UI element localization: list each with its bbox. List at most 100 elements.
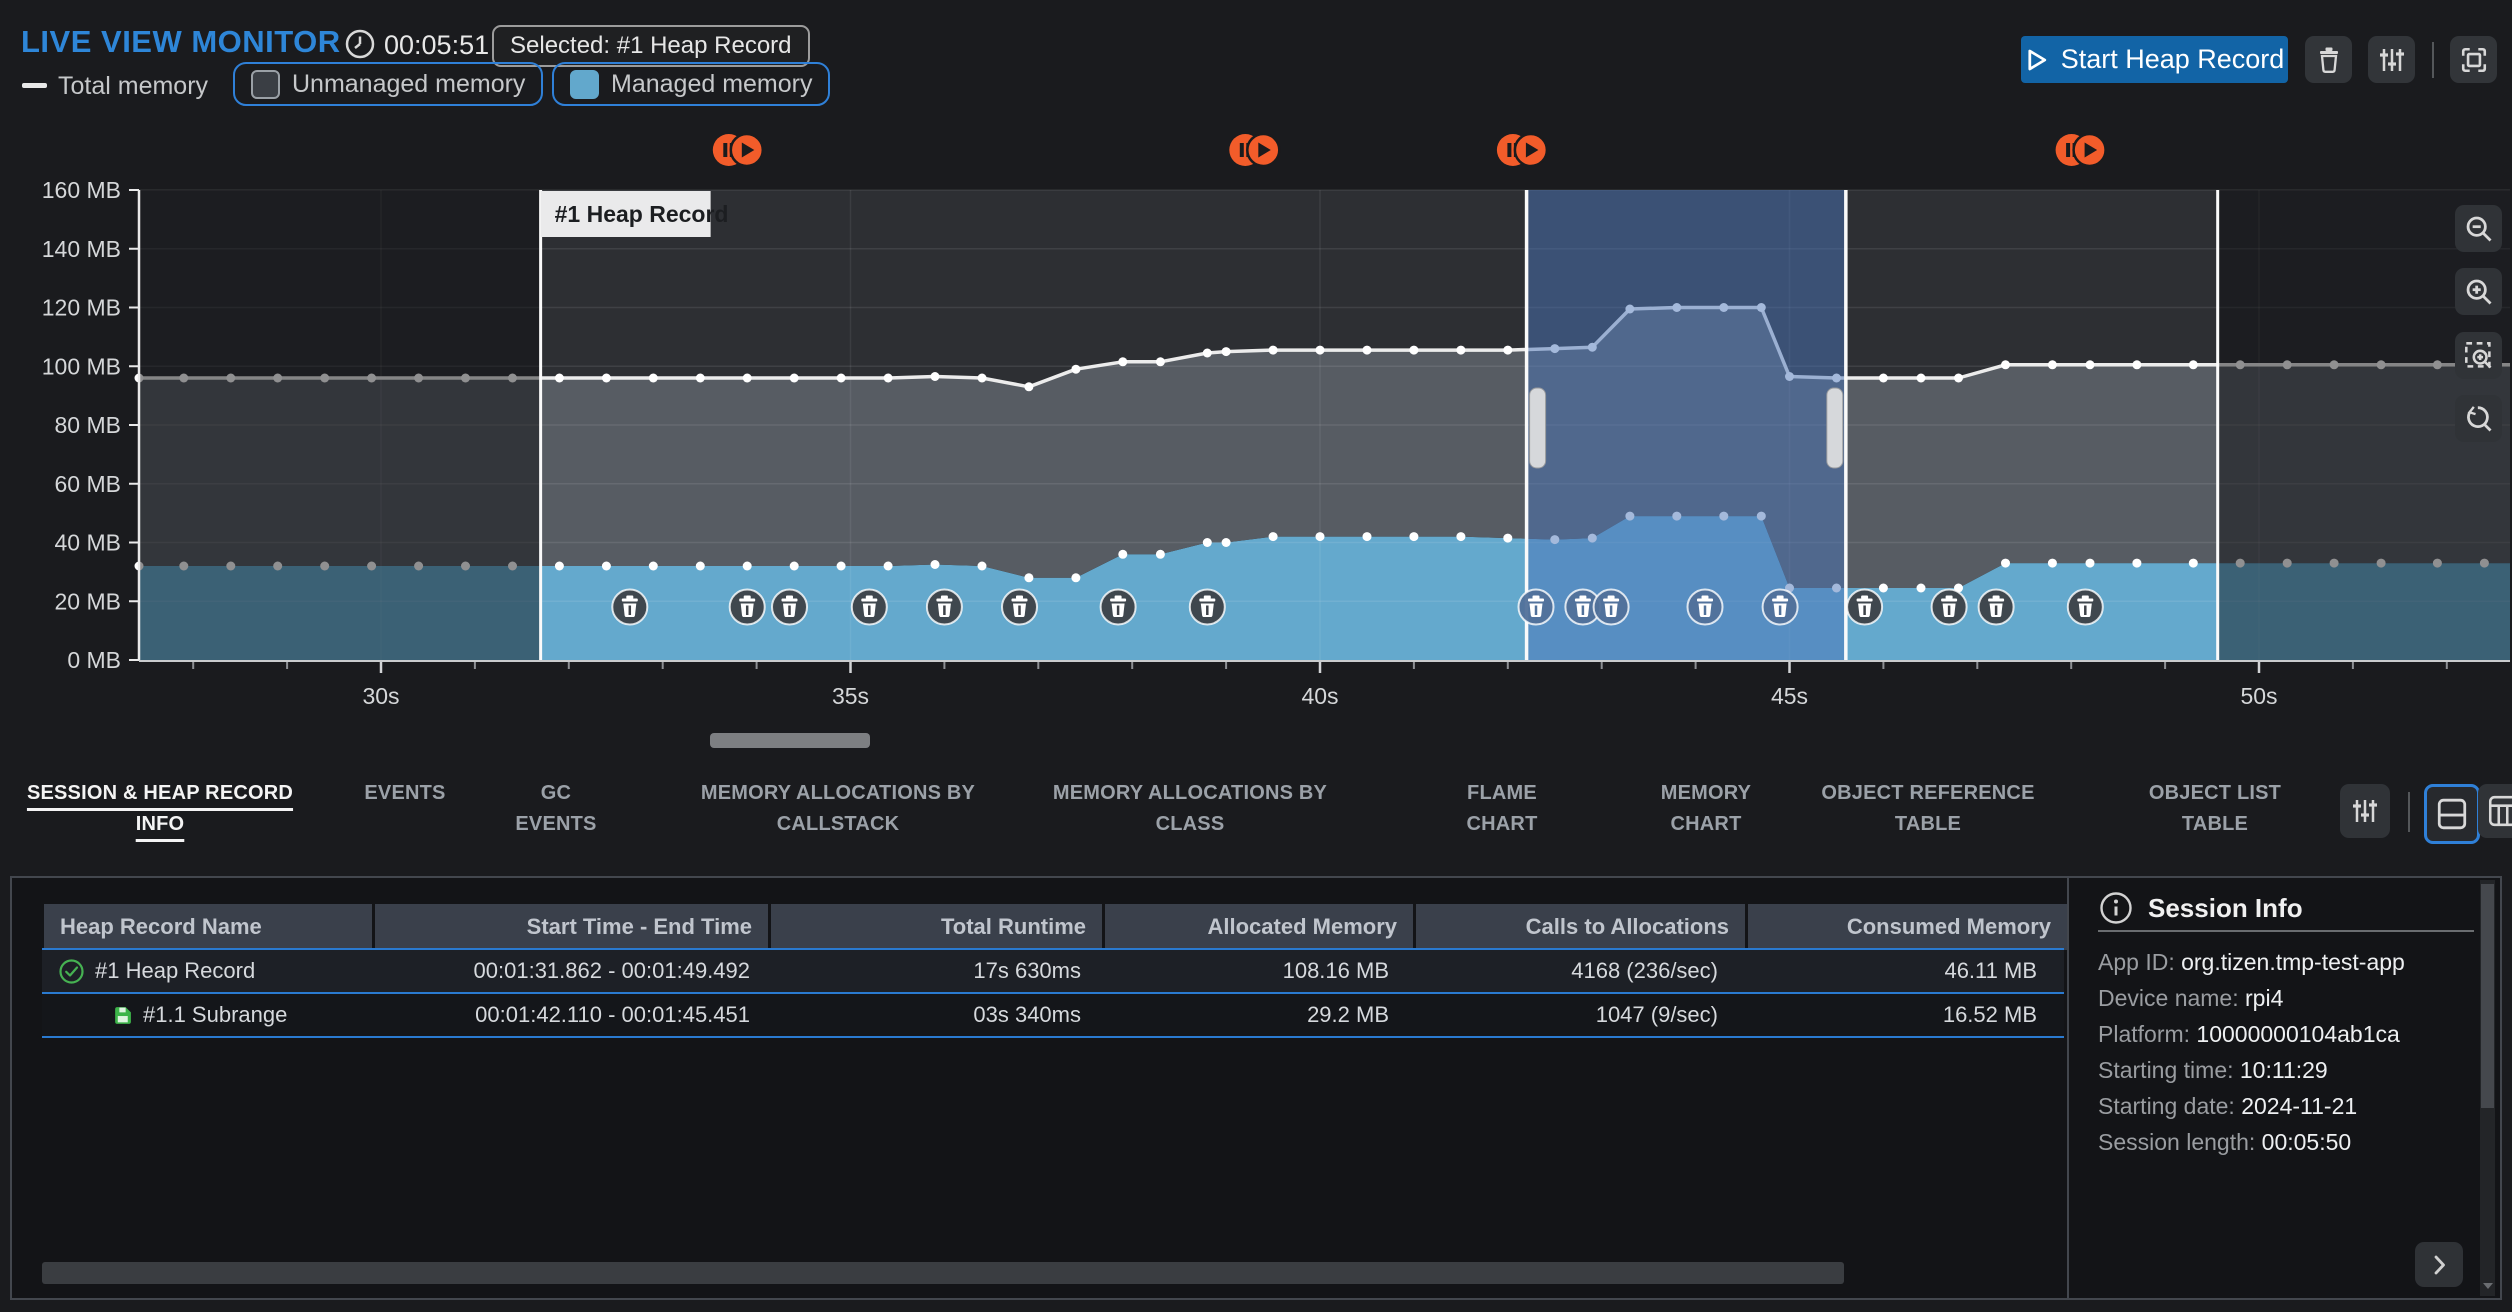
col-calls-to-allocations[interactable]: Calls to Allocations [1416,904,1745,950]
svg-text:40s: 40s [1301,683,1338,709]
detail-tabbar: SESSION & HEAP RECORD INFO EVENTS GC EVE… [0,770,2512,862]
record-event-marker [1229,134,1279,166]
layout-split-horizontal-button[interactable] [2424,784,2480,844]
gc-trash-marker [852,590,887,625]
svg-text:80 MB: 80 MB [55,412,121,438]
session-info-scrollbar[interactable] [2480,880,2495,1296]
gc-trash-marker [1932,590,1967,625]
session-info-item: Device name: rpi4 [2098,980,2405,1016]
session-info-expand-button[interactable] [2415,1242,2463,1287]
reset-zoom-button[interactable] [2455,395,2502,442]
col-heap-record-name[interactable]: Heap Record Name [44,904,372,950]
gc-trash-marker [1979,590,2014,625]
svg-text:120 MB: 120 MB [42,295,121,321]
check-circle-icon [58,958,85,985]
col-start-end-time[interactable]: Start Time - End Time [375,904,768,950]
record-calls: 4168 (236/sec) [1405,950,1734,992]
session-info-divider [2098,930,2474,932]
session-info-title: Session Info [2148,893,2303,924]
record-allocated: 29.2 MB [1097,994,1405,1036]
record-runtime: 03s 340ms [766,994,1097,1036]
svg-text:45s: 45s [1771,683,1808,709]
col-consumed-memory[interactable]: Consumed Memory [1748,904,2067,950]
layout-grid-button[interactable] [2478,784,2512,838]
heap-record-table-header: Heap Record Name Start Time - End Time T… [44,904,2067,950]
tab-object-reference-table[interactable]: OBJECT REFERENCE TABLE [1808,778,2048,840]
record-consumed: 16.52 MB [1734,994,2053,1036]
tab-flame-chart[interactable]: FLAME CHART [1447,778,1557,840]
scroll-down-arrow-icon[interactable] [2480,1278,2495,1294]
record-event-marker [2056,134,2106,166]
tab-object-list-table[interactable]: OBJECT LIST TABLE [2130,778,2300,840]
heap-record-table-body: #1 Heap Record 00:01:31.862 - 00:01:49.4… [42,948,2064,1038]
record-time-range: 00:01:42.110 - 00:01:45.451 [373,994,766,1036]
gc-trash-marker [1847,590,1882,625]
record-runtime: 17s 630ms [766,950,1097,992]
table-row-heap-record-1[interactable]: #1 Heap Record 00:01:31.862 - 00:01:49.4… [42,948,2064,994]
svg-text:140 MB: 140 MB [42,236,121,262]
panel-divider [2067,878,2069,1298]
tab-session-heap-record-info[interactable]: SESSION & HEAP RECORD INFO [5,778,315,840]
tab-memory-allocations-by-class[interactable]: MEMORY ALLOCATIONS BY CLASS [1035,778,1345,840]
session-info-item: Platform: 10000000104ab1ca [2098,1016,2405,1052]
zoom-out-icon [2464,214,2494,244]
session-info-item: Session length: 00:05:50 [2098,1124,2405,1160]
record-name: #1 Heap Record [95,958,255,984]
record-event-marker [1497,134,1547,166]
chart-horizontal-scrollbar[interactable] [710,733,870,748]
info-icon [2098,890,2134,926]
memory-timeline-chart[interactable]: #1 Heap Record0 MB20 MB40 MB60 MB80 MB10… [0,0,2512,770]
gc-trash-marker [1688,590,1723,625]
table-settings-button[interactable] [2340,784,2390,838]
gc-trash-marker [1002,590,1037,625]
svg-text:30s: 30s [362,683,399,709]
gc-trash-marker [612,590,647,625]
col-allocated-memory[interactable]: Allocated Memory [1105,904,1413,950]
zoom-out-button[interactable] [2455,205,2502,252]
record-consumed: 46.11 MB [1734,950,2053,992]
svg-text:20 MB: 20 MB [55,588,121,614]
gc-trash-marker [730,590,765,625]
tab-memory-allocations-by-callstack[interactable]: MEMORY ALLOCATIONS BY CALLSTACK [683,778,993,840]
session-info-header: Session Info [2098,890,2303,926]
zoom-in-button[interactable] [2455,268,2502,315]
layout-grid-icon [2487,794,2512,828]
gc-trash-marker [927,590,962,625]
svg-text:0 MB: 0 MB [67,647,121,673]
svg-text:160 MB: 160 MB [42,177,121,203]
gc-trash-marker [1763,590,1798,625]
svg-text:100 MB: 100 MB [42,353,121,379]
table-row-subrange-1-1[interactable]: #1.1 Subrange 00:01:42.110 - 00:01:45.45… [42,994,2064,1038]
zoom-to-selection-button[interactable] [2455,332,2502,379]
record-time-range: 00:01:31.862 - 00:01:49.492 [373,950,766,992]
gc-trash-marker [1594,590,1629,625]
gc-trash-marker [2068,590,2103,625]
gc-trash-marker [772,590,807,625]
zoom-in-icon [2464,277,2494,307]
zoom-selection-icon [2464,341,2494,371]
record-calls: 1047 (9/sec) [1405,994,1734,1036]
scrollbar-thumb[interactable] [2481,884,2494,1108]
record-name: #1.1 Subrange [143,1002,287,1028]
chevron-right-icon [2426,1252,2452,1278]
col-total-runtime[interactable]: Total Runtime [771,904,1102,950]
subrange-save-icon [112,1005,133,1026]
sliders-icon [2351,797,2379,825]
svg-text:35s: 35s [832,683,869,709]
tab-gc-events[interactable]: GC EVENTS [501,778,611,840]
session-info-item: App ID: org.tizen.tmp-test-app [2098,944,2405,980]
svg-text:60 MB: 60 MB [55,471,121,497]
session-info-item: Starting date: 2024-11-21 [2098,1088,2405,1124]
tab-memory-chart[interactable]: MEMORY CHART [1646,778,1766,840]
layout-split-icon [2436,797,2468,831]
detail-panel: Heap Record Name Start Time - End Time T… [10,876,2502,1300]
tabbar-divider [2408,792,2410,832]
svg-text:50s: 50s [2240,683,2277,709]
gc-trash-marker [1519,590,1554,625]
tab-events[interactable]: EVENTS [364,778,445,809]
table-horizontal-scrollbar[interactable] [42,1262,1844,1284]
record-event-marker [713,134,763,166]
session-info-list: App ID: org.tizen.tmp-test-app Device na… [2098,944,2405,1160]
svg-text:40 MB: 40 MB [55,530,121,556]
live-view-monitor-window: LIVE VIEW MONITOR 00:05:51 Selected: #1 … [0,0,2512,1312]
